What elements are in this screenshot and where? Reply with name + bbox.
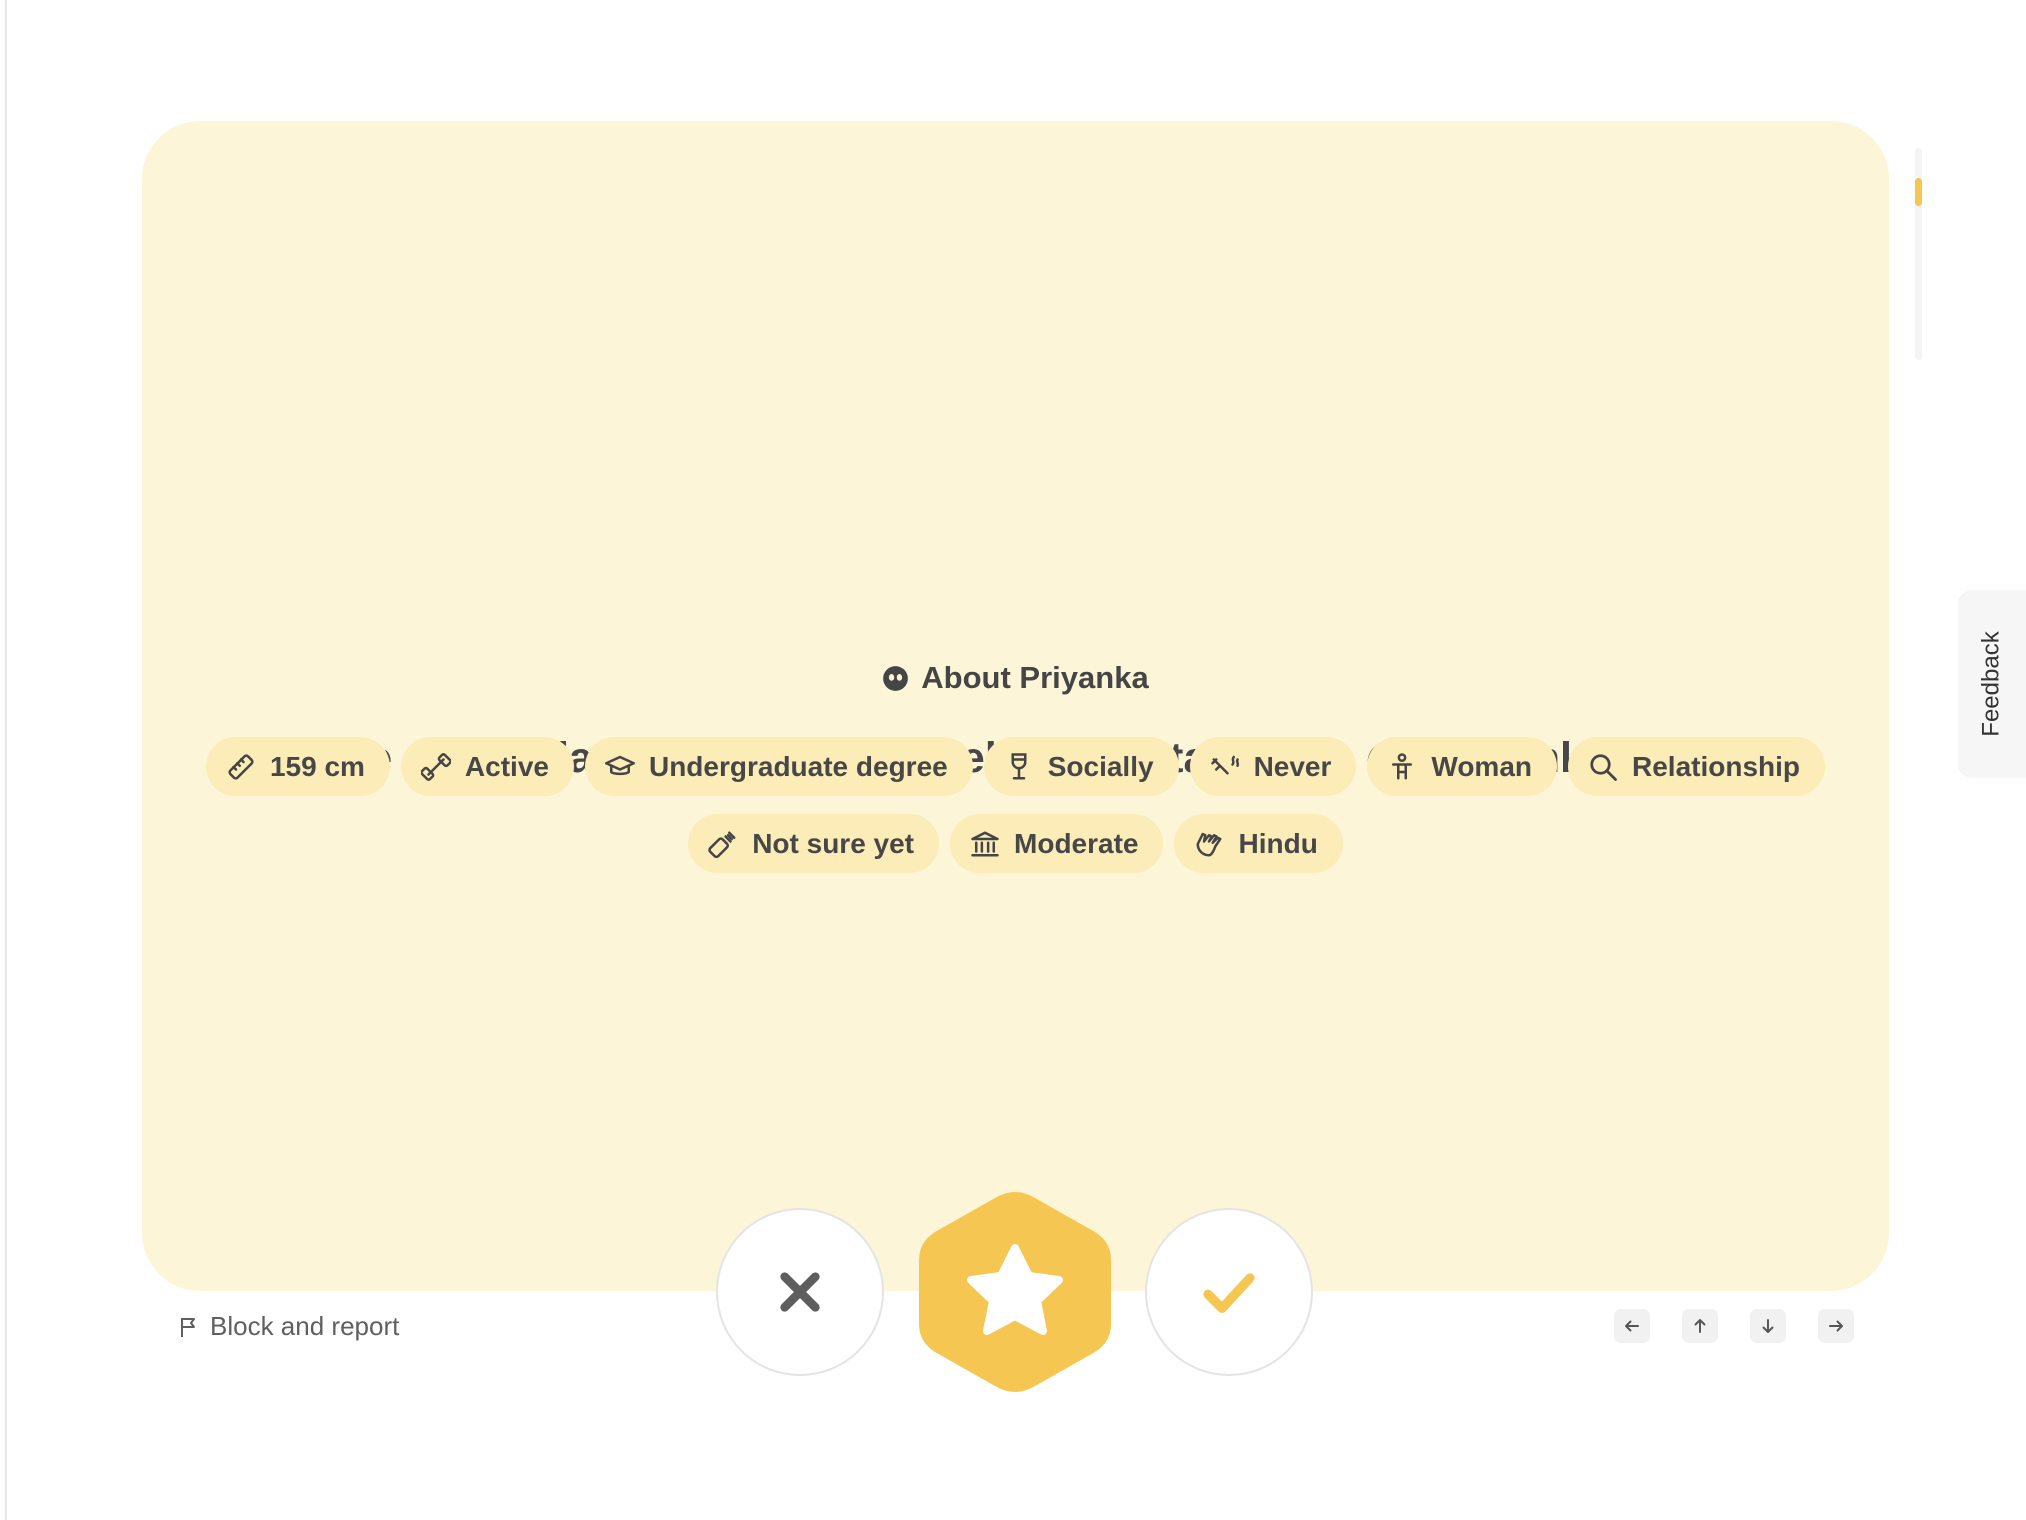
- praying-hands-icon: [1196, 832, 1222, 856]
- arrow-left-icon: [1625, 1320, 1639, 1332]
- key-up[interactable]: [1682, 1309, 1718, 1343]
- chip-looking-for: Relationship: [1568, 737, 1826, 796]
- like-button[interactable]: [1145, 1208, 1313, 1376]
- key-right[interactable]: [1818, 1309, 1854, 1343]
- chip-height: 159 cm: [205, 737, 390, 796]
- section-scrollbar-thumb[interactable]: [1915, 178, 1922, 206]
- block-and-report-link[interactable]: Block and report: [178, 1311, 399, 1342]
- graduation-cap-icon: [604, 755, 635, 775]
- chip-row-2: Not sure yet Moderate Hindu: [142, 814, 1889, 873]
- smoking-icon: [1210, 755, 1239, 774]
- swipe-actions: [716, 1188, 1316, 1396]
- arrow-up-icon: [1694, 1319, 1706, 1333]
- bumble-face-icon: [883, 665, 909, 691]
- government-building-icon: [971, 831, 999, 856]
- feedback-tab[interactable]: Feedback: [1958, 590, 2026, 778]
- section-scrollbar[interactable]: [1915, 148, 1922, 360]
- about-section-heading: About Priyanka: [142, 660, 1889, 696]
- left-divider: [5, 0, 7, 1520]
- feedback-label: Feedback: [1978, 631, 2005, 737]
- chip-politics: Moderate: [950, 814, 1164, 873]
- pass-button[interactable]: [716, 1208, 884, 1376]
- person-icon: [1392, 752, 1413, 779]
- about-heading-text: About Priyanka: [921, 660, 1149, 695]
- chip-gender: Woman: [1367, 737, 1558, 796]
- chip-row-1: 159 cm Active Undergraduate degree Socia…: [142, 737, 1889, 796]
- key-down[interactable]: [1750, 1309, 1786, 1343]
- chip-kids: Not sure yet: [688, 814, 940, 873]
- chip-education: Undergraduate degree: [584, 737, 973, 796]
- wine-glass-icon: [1011, 752, 1027, 779]
- check-icon: [1203, 1273, 1255, 1313]
- arrow-right-icon: [1829, 1320, 1843, 1332]
- chip-religion: Hindu: [1174, 814, 1343, 873]
- flag-icon: [181, 1317, 195, 1337]
- ruler-icon: [228, 753, 254, 780]
- hexagon-shape: [919, 1192, 1111, 1392]
- key-left[interactable]: [1614, 1309, 1650, 1343]
- keyboard-nav-hints: [1614, 1309, 1854, 1343]
- close-icon: [780, 1272, 820, 1312]
- chip-exercise: Active: [400, 737, 574, 796]
- superswipe-button[interactable]: [917, 1188, 1113, 1396]
- arrow-down-icon: [1762, 1319, 1774, 1333]
- profile-card: About Priyanka I like coffee dates over …: [142, 121, 1889, 1291]
- chip-drinking: Socially: [983, 737, 1179, 796]
- magnifier-icon: [1590, 753, 1617, 781]
- dumbbell-icon: [420, 752, 451, 781]
- baby-bottle-icon: [708, 831, 736, 858]
- chip-smoking: Never: [1189, 737, 1357, 796]
